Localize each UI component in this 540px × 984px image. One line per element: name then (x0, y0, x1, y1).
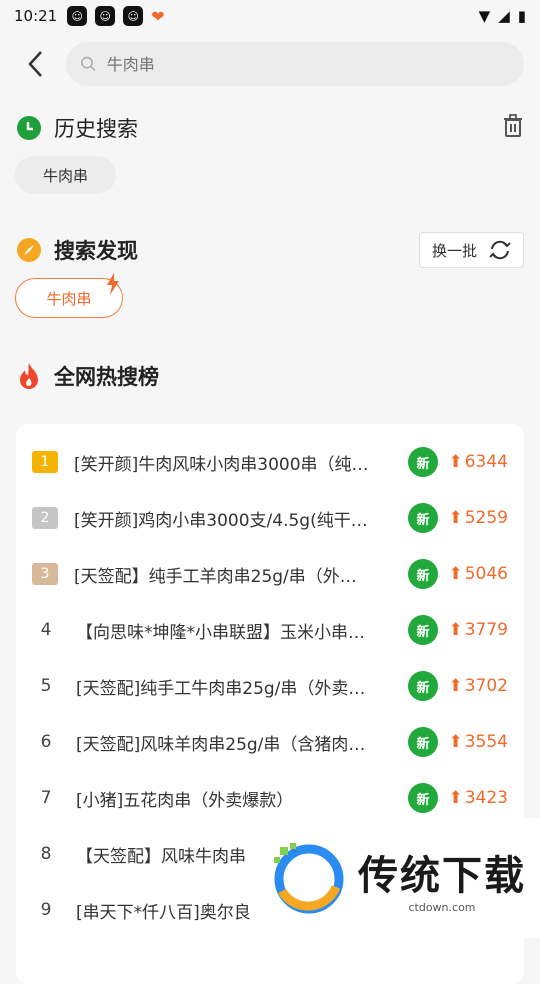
hot-row[interactable]: 6 [天签配]风味羊肉串25g/串（含猪肉… 新 ⬆ 3554 (16, 714, 524, 770)
refresh-icon (489, 240, 511, 260)
battery-icon: ▮ (517, 7, 526, 25)
discover-title: 搜索发现 (54, 239, 138, 263)
watermark-brand: 传统下载 (358, 852, 526, 899)
watermark-domain: ctdown.com (408, 900, 476, 914)
status-bar: 10:21 ☺ ☺ ☺ ❤ ▼ ◢ ▮ (0, 0, 540, 32)
hot-rank: 4 (40, 620, 52, 640)
hot-rank: 6 (40, 732, 52, 752)
chevron-left-icon (28, 51, 42, 77)
hot-score: ⬆ 3423 (438, 788, 508, 808)
hot-score: ⬆ 3702 (438, 676, 508, 696)
fire-icon (20, 363, 38, 389)
hot-score-value: 5259 (464, 508, 508, 528)
clock-icon (17, 116, 41, 140)
back-button[interactable] (16, 44, 56, 84)
new-badge: 新 (408, 447, 438, 477)
hot-row-text: [天签配]纯手工牛肉串25g/串（外卖… (76, 678, 366, 699)
bronze-medal-icon: 3 (32, 563, 58, 585)
hot-row[interactable]: 2 [笑开颜]鸡肉小串3000支/4.5g(纯干… 新 ⬆ 5259 (16, 490, 524, 546)
hot-score-value: 3702 (464, 676, 508, 696)
discover-chip-label: 牛肉串 (46, 289, 92, 308)
hot-row[interactable]: 1 [笑开颜]牛肉风味小肉串3000串（纯… 新 ⬆ 6344 (16, 434, 524, 490)
history-section: 历史搜索 牛肉串 (0, 106, 540, 194)
hot-row-text: [天签配】纯手工羊肉串25g/串（外… (74, 566, 357, 587)
compass-icon (17, 238, 41, 262)
hot-row-text: [小猪]五花肉串（外卖爆款） (76, 790, 294, 811)
lightning-icon (107, 273, 119, 295)
hot-row[interactable]: 4 【向思味*坤隆*小串联盟】玉米小串… 新 ⬆ 3779 (16, 602, 524, 658)
history-title: 历史搜索 (54, 117, 138, 141)
new-badge: 新 (408, 503, 438, 533)
app-notification-icon: ☺ (123, 6, 144, 26)
hot-row-text: [笑开颜]牛肉风味小肉串3000串（纯… (74, 454, 369, 475)
trash-icon[interactable] (502, 114, 524, 142)
wifi-icon: ▼ (478, 7, 491, 25)
gold-medal-icon: 1 (32, 451, 58, 473)
up-arrow-icon: ⬆ (448, 620, 463, 640)
search-input[interactable] (104, 53, 510, 75)
silver-medal-icon: 2 (32, 507, 58, 529)
heart-notification-icon: ❤ (151, 6, 165, 26)
hot-row-text: 【向思味*坤隆*小串联盟】玉米小串… (76, 622, 365, 643)
signal-icon: ◢ (498, 7, 510, 25)
up-arrow-icon: ⬆ (448, 732, 463, 752)
hot-score-value: 5046 (464, 564, 508, 584)
hot-score-value: 3779 (464, 620, 508, 640)
hot-row-text: [笑开颜]鸡肉小串3000支/4.5g(纯干… (74, 510, 368, 531)
new-badge: 新 (408, 671, 438, 701)
history-chip[interactable]: 牛肉串 (15, 156, 117, 194)
up-arrow-icon: ⬆ (448, 452, 463, 472)
hot-score: ⬆ 5046 (438, 564, 508, 584)
hot-score-value: 3423 (464, 788, 508, 808)
discover-section: 搜索发现 换一批 牛肉串 (0, 228, 540, 318)
discover-chip[interactable]: 牛肉串 (15, 273, 123, 318)
up-arrow-icon: ⬆ (448, 508, 463, 528)
hot-row[interactable]: 3 [天签配】纯手工羊肉串25g/串（外… 新 ⬆ 5046 (16, 546, 524, 602)
search-box[interactable] (66, 42, 524, 86)
new-badge: 新 (408, 559, 438, 589)
up-arrow-icon: ⬆ (448, 788, 463, 808)
new-badge: 新 (408, 783, 438, 813)
app-notification-icon: ☺ (95, 6, 116, 26)
watermark-logo-icon (274, 843, 344, 914)
hot-score-value: 3554 (464, 732, 508, 752)
hot-score: ⬆ 6344 (438, 452, 508, 472)
hot-score-value: 6344 (464, 452, 508, 472)
hot-rank: 5 (40, 676, 52, 696)
search-bar (0, 32, 540, 96)
hot-section: 全网热搜榜 (0, 354, 540, 398)
new-badge: 新 (408, 727, 438, 757)
watermark: 传统下载 ctdown.com (260, 818, 540, 938)
app-notification-icon: ☺ (67, 6, 88, 26)
hot-score: ⬆ 3554 (438, 732, 508, 752)
up-arrow-icon: ⬆ (448, 676, 463, 696)
hot-score: ⬆ 5259 (438, 508, 508, 528)
new-badge: 新 (408, 615, 438, 645)
refresh-label: 换一批 (431, 241, 477, 260)
status-time: 10:21 (14, 7, 58, 25)
hot-score: ⬆ 3779 (438, 620, 508, 640)
up-arrow-icon: ⬆ (448, 564, 463, 584)
hot-rank: 9 (40, 900, 52, 920)
hot-row-text: [天签配]风味羊肉串25g/串（含猪肉… (76, 734, 366, 755)
status-icons: ▼ ◢ ▮ (479, 7, 526, 25)
hot-rank: 7 (40, 788, 52, 808)
search-icon (81, 56, 96, 72)
hot-row[interactable]: 5 [天签配]纯手工牛肉串25g/串（外卖… 新 ⬆ 3702 (16, 658, 524, 714)
hot-title: 全网热搜榜 (54, 365, 159, 389)
refresh-button[interactable]: 换一批 (418, 232, 524, 268)
hot-rank: 8 (40, 844, 52, 864)
